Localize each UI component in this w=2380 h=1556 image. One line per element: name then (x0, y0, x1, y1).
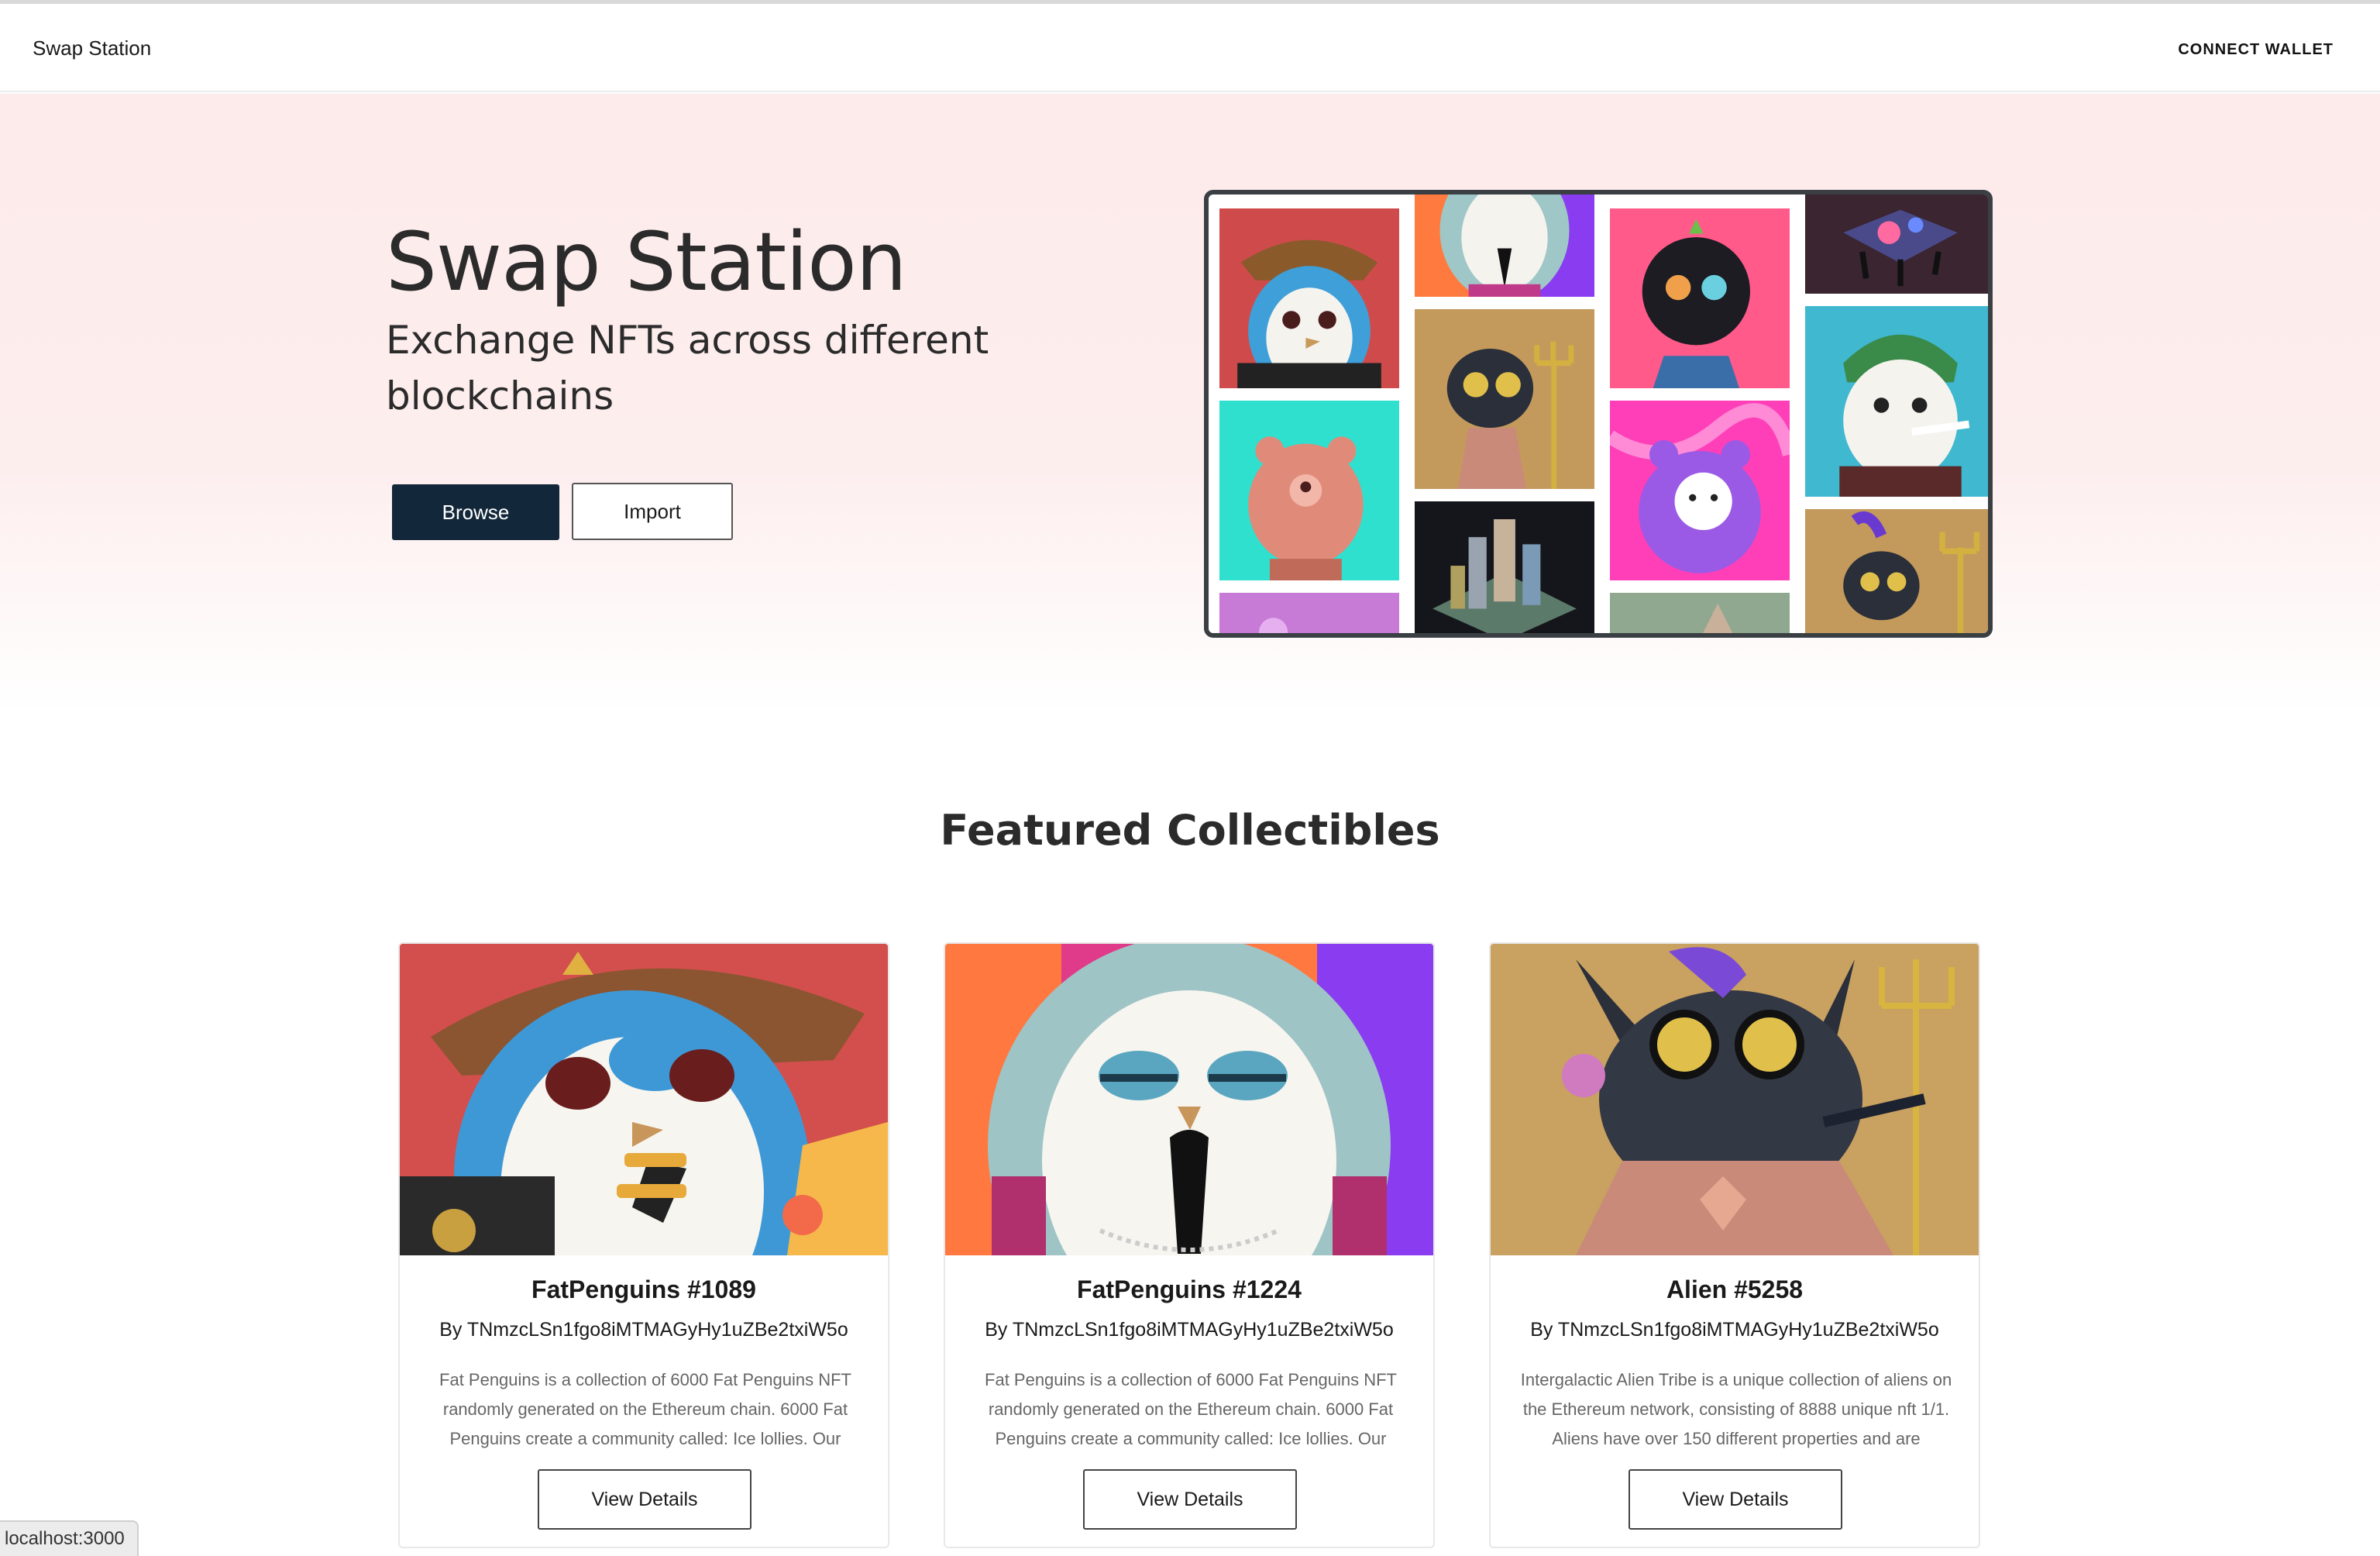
collectible-image[interactable] (1491, 944, 1979, 1255)
hero-section: Swap Station Exchange NFTs across differ… (0, 94, 2380, 714)
brand-logo-text[interactable]: Swap Station (33, 36, 151, 60)
collectible-description: Fat Penguins is a collection of 6000 Fat… (985, 1370, 1397, 1448)
collectible-owner: By TNmzcLSn1fgo8iMTMAGyHy1uZBe2txiW5o (985, 1319, 1394, 1341)
nft-art-icon (1219, 593, 1399, 633)
penguin-art-icon (1219, 208, 1399, 388)
hero-subtitle: Exchange NFTs across different blockchai… (386, 318, 989, 418)
view-details-button[interactable]: View Details (1629, 1469, 1842, 1530)
penguin-art-icon (1415, 194, 1594, 297)
mosaic-tile-astronaut (1610, 208, 1790, 388)
penguin-art-icon (400, 944, 888, 1255)
nft-art-icon (1610, 593, 1790, 633)
mosaic-tile-alien-2 (1805, 509, 1988, 633)
hero-title: Swap Station (386, 215, 907, 309)
mosaic-tile-partial (1219, 593, 1399, 633)
view-details-button[interactable]: View Details (1083, 1469, 1297, 1530)
collectible-title: FatPenguins #1089 (531, 1275, 756, 1303)
collectible-image[interactable] (400, 944, 888, 1255)
import-button[interactable]: Import (572, 483, 733, 540)
alien-art-icon (1805, 509, 1988, 633)
alien-art-icon (1415, 309, 1594, 489)
connect-wallet-button[interactable]: CONNECT WALLET (2178, 41, 2334, 59)
featured-section-title: Featured Collectibles (940, 806, 1440, 855)
collectible-description: Intergalactic Alien Tribe is a unique co… (1520, 1370, 1952, 1448)
mosaic-tile-penguin-joker (1805, 306, 1988, 497)
astronaut-art-icon (1610, 208, 1790, 388)
bear-art-icon (1219, 401, 1399, 580)
navbar: Swap Station CONNECT WALLET (0, 4, 2380, 92)
collectible-image[interactable] (945, 944, 1433, 1255)
collectible-title: FatPenguins #1224 (1077, 1275, 1302, 1303)
mosaic-tile-alien (1415, 309, 1594, 489)
collectible-card: FatPenguins #1224 By TNmzcLSn1fgo8iMTMAG… (944, 942, 1435, 1548)
city-art-icon (1415, 501, 1594, 633)
status-bar-url: localhost:3000 (0, 1520, 139, 1556)
abstract-art-icon (1805, 194, 1988, 294)
collectible-card: FatPenguins #1089 By TNmzcLSn1fgo8iMTMAG… (398, 942, 889, 1548)
mosaic-tile-bear (1219, 401, 1399, 580)
nft-mosaic-image (1204, 190, 1993, 638)
collectible-description: Fat Penguins is a collection of 6000 Fat… (439, 1370, 851, 1448)
browse-button[interactable]: Browse (392, 484, 559, 540)
collectible-owner: By TNmzcLSn1fgo8iMTMAGyHy1uZBe2txiW5o (439, 1319, 848, 1341)
collectible-owner: By TNmzcLSn1fgo8iMTMAGyHy1uZBe2txiW5o (1530, 1319, 1939, 1341)
mosaic-tile-purple-bear (1610, 401, 1790, 580)
mosaic-tile-penguin-pink (1415, 194, 1594, 297)
mosaic-tile-partial-green (1610, 593, 1790, 633)
penguin-art-icon (1805, 306, 1988, 497)
mosaic-tile-abstract (1805, 194, 1988, 294)
alien-art-icon (1491, 944, 1979, 1255)
view-details-button[interactable]: View Details (538, 1469, 751, 1530)
collectible-title: Alien #5258 (1666, 1275, 1804, 1303)
mosaic-tile-city (1415, 501, 1594, 633)
bear-art-icon (1610, 401, 1790, 580)
collectible-card: Alien #5258 By TNmzcLSn1fgo8iMTMAGyHy1uZ… (1489, 942, 1980, 1548)
mosaic-tile-penguin-red (1219, 208, 1399, 388)
penguin-art-icon (945, 944, 1433, 1255)
